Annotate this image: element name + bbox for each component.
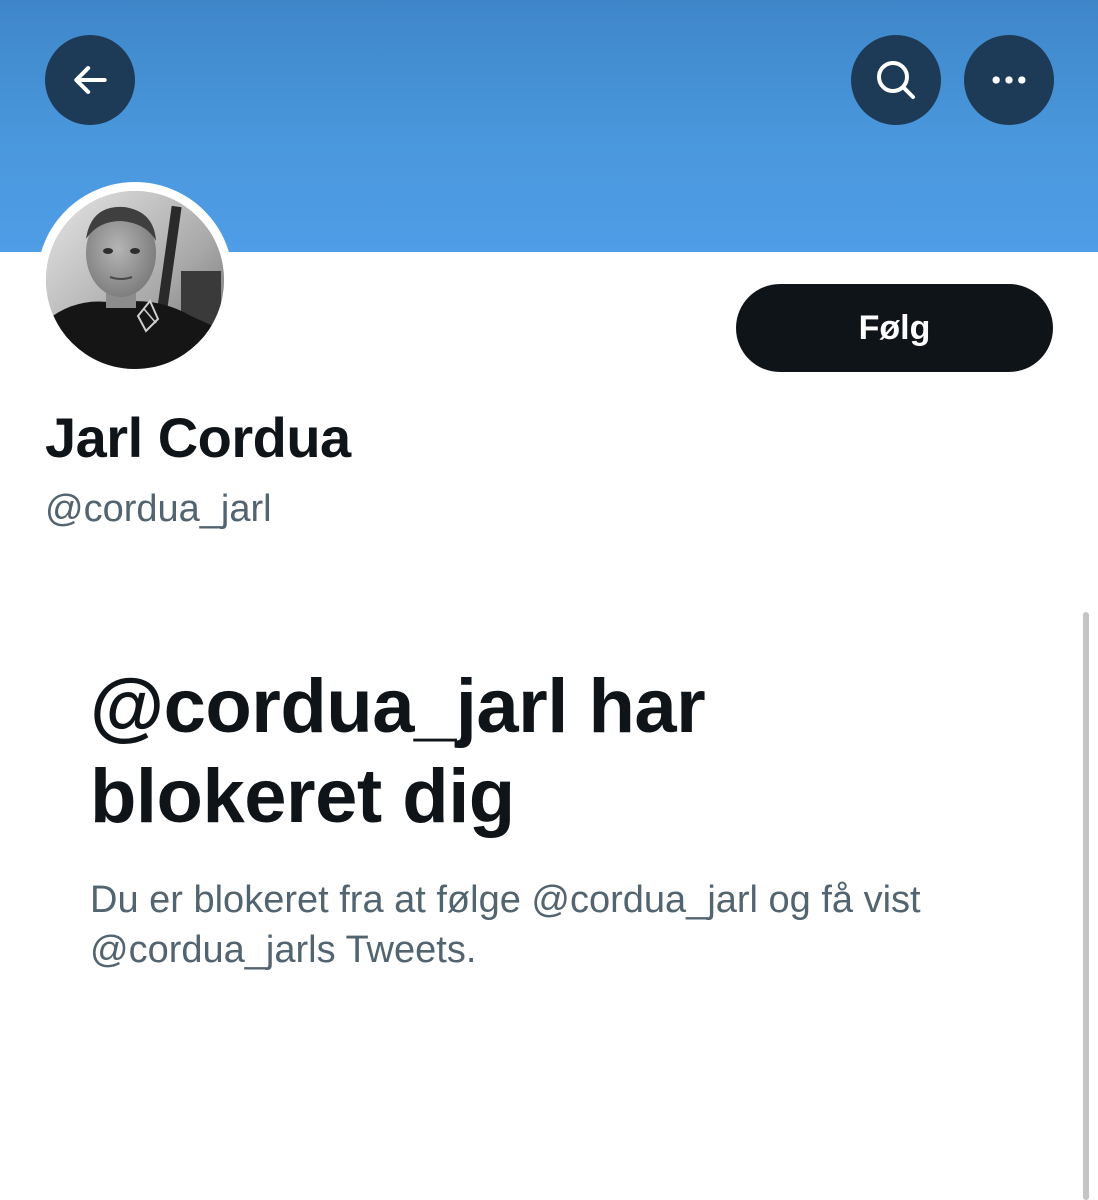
search-button[interactable] bbox=[851, 35, 941, 125]
display-name: Jarl Cordua bbox=[45, 406, 351, 469]
more-options-button[interactable] bbox=[964, 35, 1054, 125]
arrow-left-icon bbox=[68, 58, 112, 102]
username-handle: @cordua_jarl bbox=[45, 488, 272, 530]
follow-button[interactable]: Følg bbox=[736, 284, 1053, 372]
avatar[interactable] bbox=[46, 191, 224, 369]
profile-photo bbox=[46, 191, 224, 369]
scrollbar[interactable] bbox=[1083, 612, 1089, 1200]
profile-page: Følg Jarl Cordua @cordua_jarl @cordua_ja… bbox=[0, 0, 1098, 1200]
blocked-description: Du er blokeret fra at følge @cordua_jarl… bbox=[90, 879, 921, 971]
more-horizontal-icon bbox=[987, 58, 1031, 102]
back-button[interactable] bbox=[45, 35, 135, 125]
search-icon bbox=[872, 56, 920, 104]
blocked-heading: @cordua_jarl har blokeret dig bbox=[90, 664, 706, 839]
